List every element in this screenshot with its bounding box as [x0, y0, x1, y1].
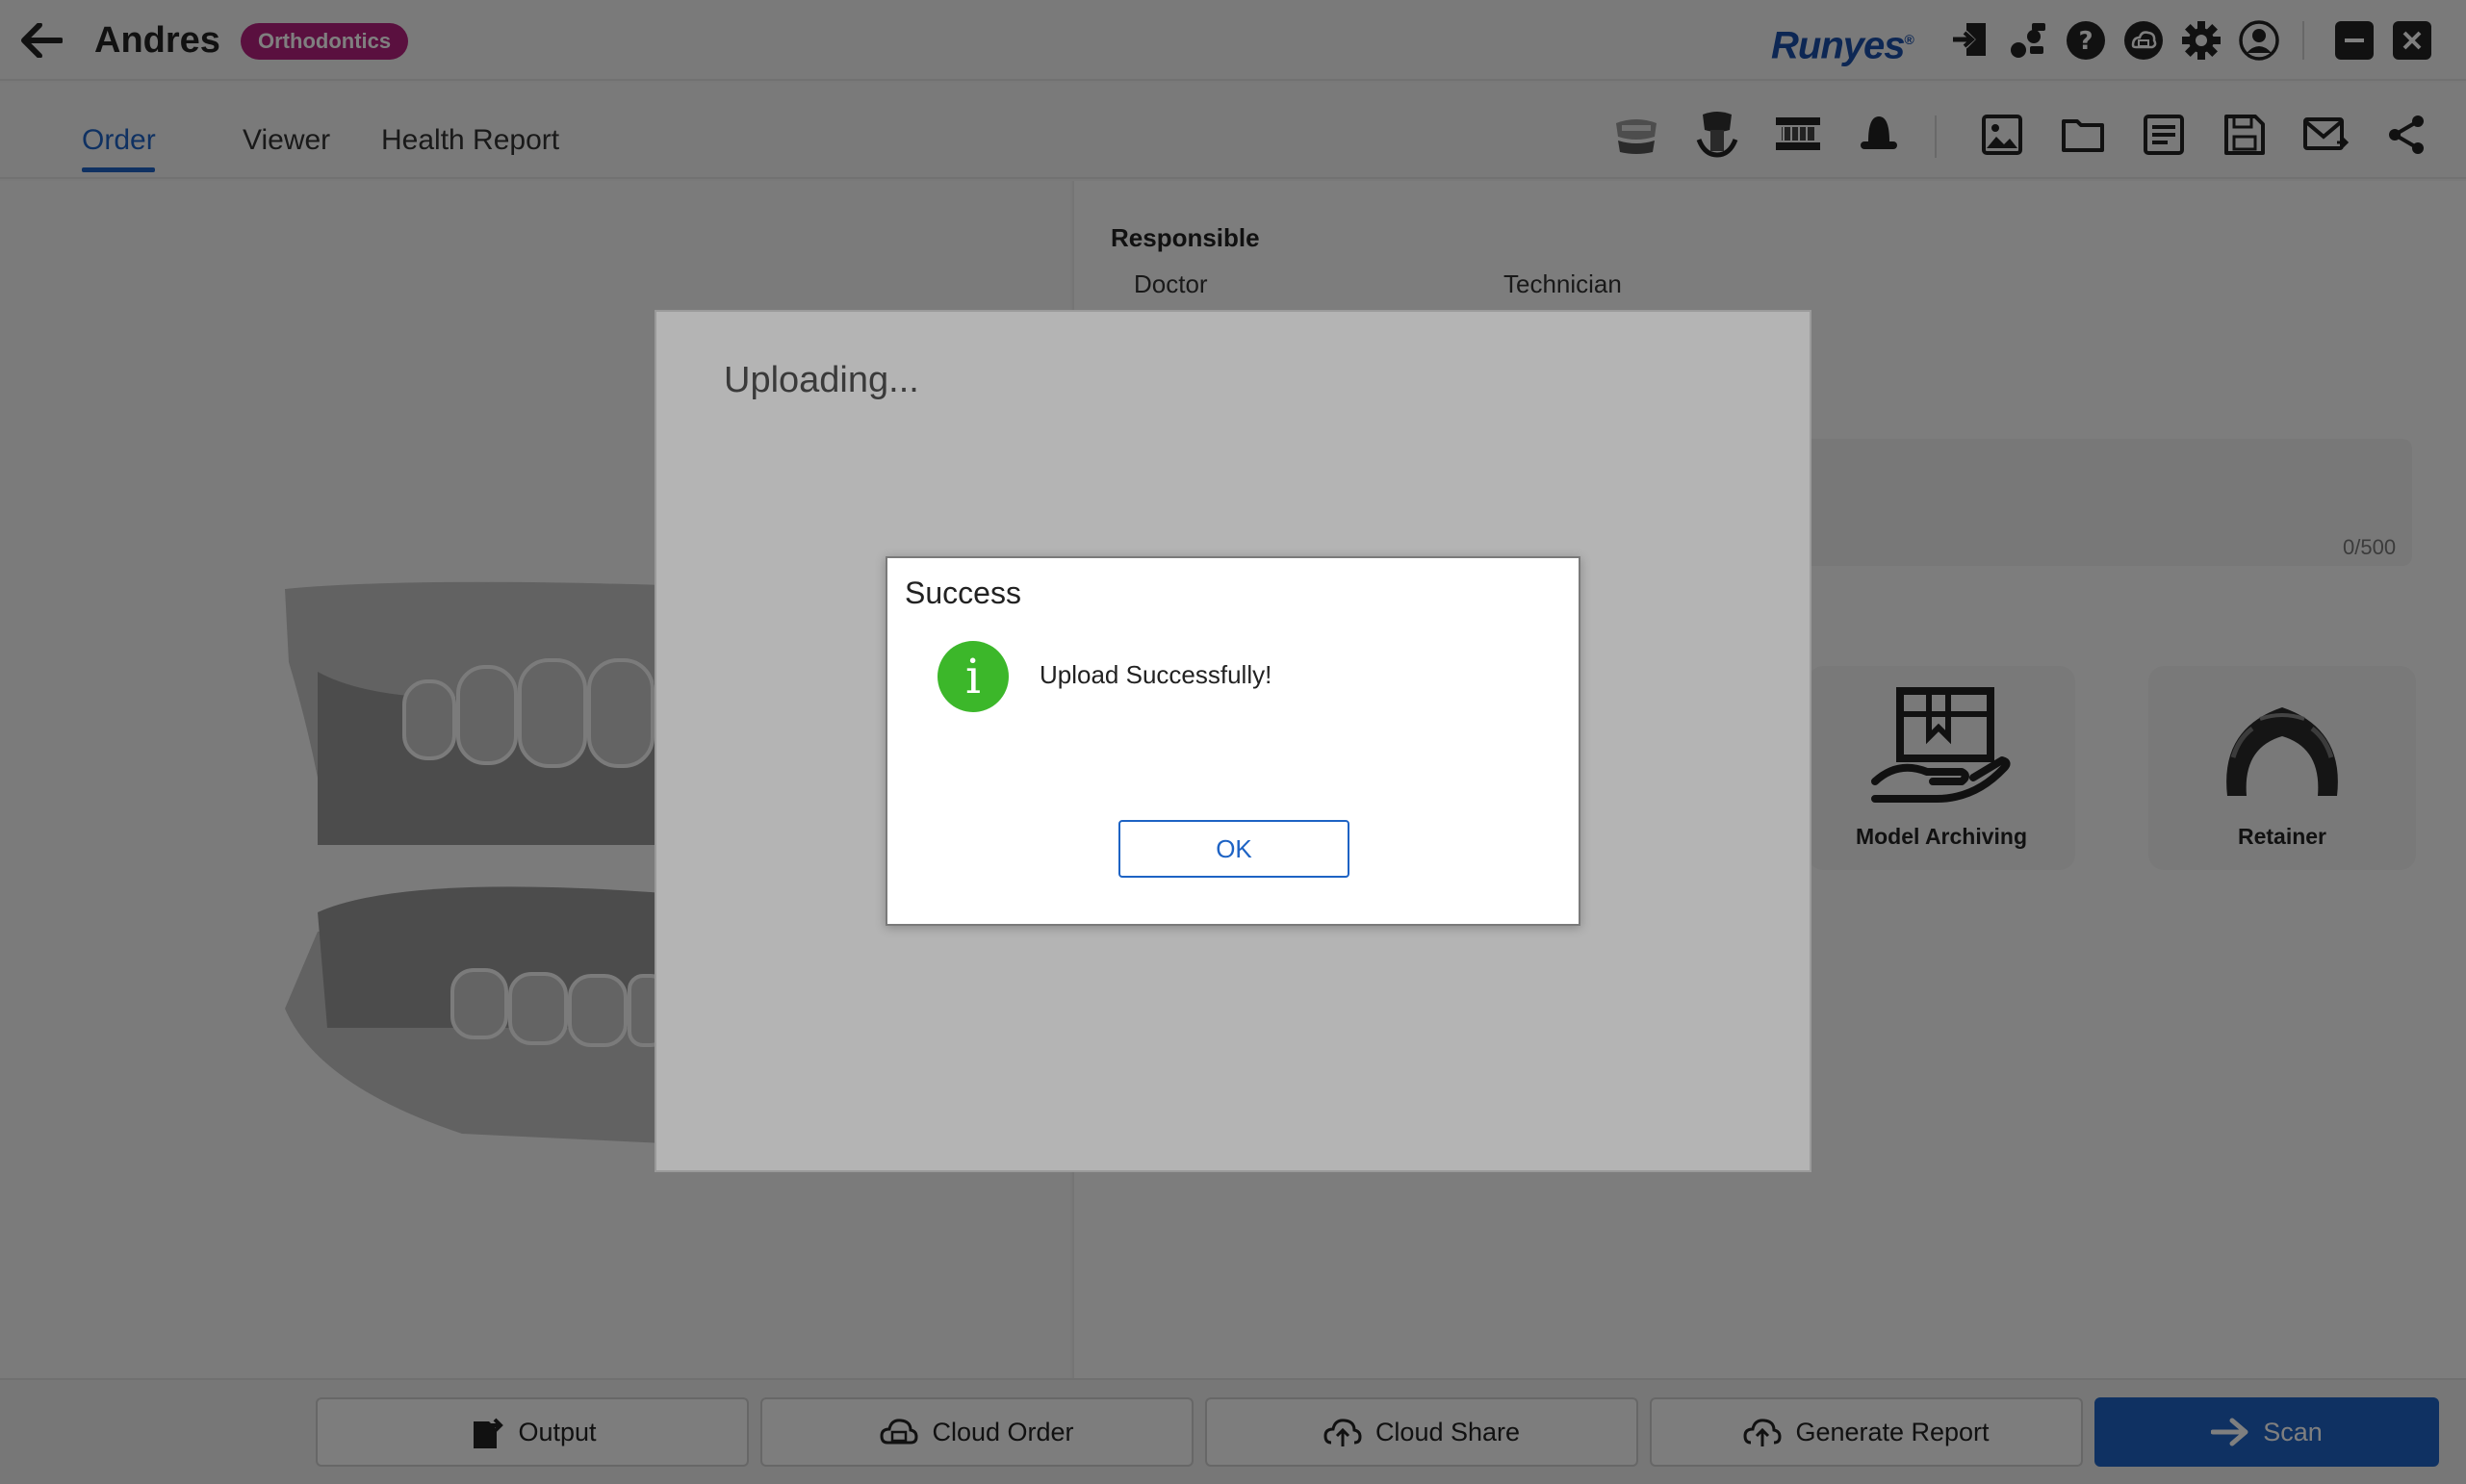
info-icon: i — [938, 641, 1009, 712]
success-dialog: Success i Upload Successfully! OK — [886, 556, 1580, 926]
uploading-title: Uploading... — [724, 360, 919, 400]
ok-button[interactable]: OK — [1118, 820, 1349, 878]
app-window: Andres Orthodontics Runyes® ? Order — [0, 0, 2466, 1484]
success-message: Upload Successfully! — [1040, 660, 1272, 689]
success-dialog-title: Success — [905, 576, 1021, 610]
